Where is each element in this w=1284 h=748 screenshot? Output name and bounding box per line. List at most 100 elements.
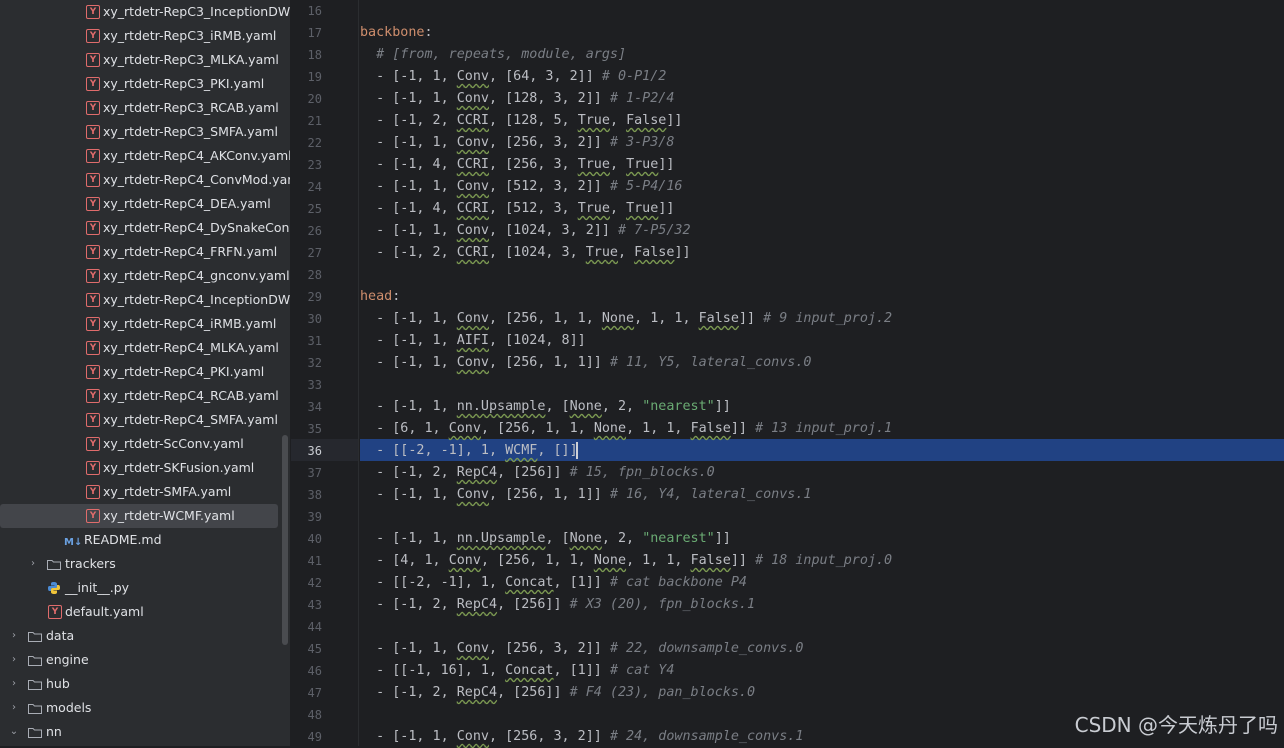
line-number: 27 bbox=[307, 246, 322, 260]
tree-item-yaml-file[interactable]: Yxy_rtdetr-RepC3_SMFA.yaml bbox=[0, 120, 290, 144]
tree-item-yaml-file[interactable]: Yxy_rtdetr-RepC4_MLKA.yaml bbox=[0, 336, 290, 360]
code-line[interactable]: - [[-2, -1], 1, Concat, [1]] # cat backb… bbox=[360, 572, 747, 594]
tree-item-yaml-file[interactable]: Yxy_rtdetr-RepC3_PKI.yaml bbox=[0, 72, 290, 96]
code-line[interactable]: # [from, repeats, module, args] bbox=[360, 44, 626, 66]
tree-item-readme[interactable]: M↓ README.md bbox=[0, 528, 290, 552]
tree-item-folder-hub[interactable]: › hub bbox=[0, 672, 290, 696]
code-line[interactable]: - [-1, 1, Conv, [256, 3, 2]] # 24, downs… bbox=[360, 726, 803, 748]
line-number: 19 bbox=[307, 70, 322, 84]
tree-item-folder-models[interactable]: › models bbox=[0, 696, 290, 720]
code-line[interactable]: - [-1, 2, RepC4, [256]] # F4 (23), pan_b… bbox=[360, 682, 755, 704]
tree-item-label: __init__.py bbox=[65, 580, 130, 595]
line-number: 42 bbox=[307, 576, 322, 590]
code-line[interactable]: - [-1, 1, Conv, [64, 3, 2]] # 0-P1/2 bbox=[360, 66, 666, 88]
code-line[interactable]: - [-1, 4, CCRI, [256, 3, True, True]] bbox=[360, 154, 674, 176]
tree-item-label: trackers bbox=[65, 556, 116, 571]
code-line[interactable]: - [6, 1, Conv, [256, 1, 1, None, 1, 1, F… bbox=[360, 418, 892, 440]
code-line[interactable]: - [-1, 2, RepC4, [256]] # 15, fpn_blocks… bbox=[360, 462, 715, 484]
tree-item-yaml-file[interactable]: Yxy_rtdetr-RepC4_DySnakeConv.yaml bbox=[0, 216, 290, 240]
folder-icon bbox=[28, 725, 42, 741]
tree-item-label: xy_rtdetr-RepC4_AKConv.yaml bbox=[103, 148, 290, 163]
tree-item-label: xy_rtdetr-RepC3_RCAB.yaml bbox=[103, 100, 279, 115]
yaml-file-icon: Y bbox=[86, 461, 100, 475]
tree-item-yaml-file[interactable]: Yxy_rtdetr-RepC4_RCAB.yaml bbox=[0, 384, 290, 408]
code-line[interactable]: - [[-1, 16], 1, Concat, [1]] # cat Y4 bbox=[360, 660, 674, 682]
tree-item-folder-engine[interactable]: › engine bbox=[0, 648, 290, 672]
line-number: 22 bbox=[307, 136, 322, 150]
line-number: 41 bbox=[307, 554, 322, 568]
chevron-right-icon[interactable]: › bbox=[27, 552, 39, 576]
tree-item-yaml-file[interactable]: Yxy_rtdetr-RepC4_ConvMod.yaml bbox=[0, 168, 290, 192]
code-line[interactable]: - [-1, 1, nn.Upsample, [None, 2, "neares… bbox=[360, 396, 731, 418]
line-number: 43 bbox=[307, 598, 322, 612]
yaml-file-icon: Y bbox=[86, 101, 100, 115]
code-line[interactable]: - [4, 1, Conv, [256, 1, 1, None, 1, 1, F… bbox=[360, 550, 892, 572]
code-line[interactable]: - [-1, 1, Conv, [128, 3, 2]] # 1-P2/4 bbox=[360, 88, 674, 110]
yaml-file-icon: Y bbox=[86, 341, 100, 355]
yaml-file-icon: Y bbox=[86, 509, 100, 523]
sidebar-scrollbar[interactable] bbox=[282, 435, 288, 645]
line-number: 32 bbox=[307, 356, 322, 370]
code-line[interactable]: - [-1, 1, Conv, [1024, 3, 2]] # 7-P5/32 bbox=[360, 220, 690, 242]
code-line[interactable]: - [-1, 2, CCRI, [1024, 3, True, False]] bbox=[360, 242, 690, 264]
tree-item-label: xy_rtdetr-RepC4_gnconv.yaml bbox=[103, 268, 290, 283]
tree-item-folder-data[interactable]: › data bbox=[0, 624, 290, 648]
yaml-file-icon: Y bbox=[86, 173, 100, 187]
tree-item-yaml-file[interactable]: Yxy_rtdetr-RepC4_AKConv.yaml bbox=[0, 144, 290, 168]
tree-item-yaml-file[interactable]: Yxy_rtdetr-RepC4_PKI.yaml bbox=[0, 360, 290, 384]
line-number: 21 bbox=[307, 114, 322, 128]
tree-item-yaml-file[interactable]: Yxy_rtdetr-RepC4_InceptionDWConv.yaml bbox=[0, 288, 290, 312]
tree-item-yaml-file[interactable]: Yxy_rtdetr-SMFA.yaml bbox=[0, 480, 290, 504]
code-line[interactable]: - [-1, 1, Conv, [256, 1, 1]] # 11, Y5, l… bbox=[360, 352, 811, 374]
chevron-right-icon[interactable]: › bbox=[8, 648, 20, 672]
yaml-file-icon: Y bbox=[86, 221, 100, 235]
tree-item-label: default.yaml bbox=[65, 604, 144, 619]
tree-item-init-py[interactable]: __init__.py bbox=[0, 576, 290, 600]
chevron-right-icon[interactable]: › bbox=[8, 624, 20, 648]
code-line[interactable]: - [-1, 1, Conv, [256, 1, 1, None, 1, 1, … bbox=[360, 308, 892, 330]
line-number: 24 bbox=[307, 180, 322, 194]
tree-item-yaml-file[interactable]: Yxy_rtdetr-SKFusion.yaml bbox=[0, 456, 290, 480]
code-line[interactable]: - [-1, 2, CCRI, [128, 5, True, False]] bbox=[360, 110, 682, 132]
tree-item-default-yaml[interactable]: Ydefault.yaml bbox=[0, 600, 290, 624]
watermark: CSDN @今天炼丹了吗 bbox=[1074, 713, 1278, 737]
chevron-right-icon[interactable]: › bbox=[8, 696, 20, 720]
code-line[interactable]: - [-1, 4, CCRI, [512, 3, True, True]] bbox=[360, 198, 674, 220]
code-line[interactable]: - [-1, 1, Conv, [256, 3, 2]] # 3-P3/8 bbox=[360, 132, 674, 154]
tree-item-yaml-file[interactable]: Yxy_rtdetr-RepC4_SMFA.yaml bbox=[0, 408, 290, 432]
tree-item-yaml-file[interactable]: Yxy_rtdetr-RepC4_DEA.yaml bbox=[0, 192, 290, 216]
tree-item-yaml-file[interactable]: Yxy_rtdetr-RepC4_gnconv.yaml bbox=[0, 264, 290, 288]
tree-item-yaml-file[interactable]: Yxy_rtdetr-RepC3_InceptionDWConv.yaml bbox=[0, 0, 290, 24]
tree-item-yaml-file[interactable]: Yxy_rtdetr-ScConv.yaml bbox=[0, 432, 290, 456]
tree-item-label: engine bbox=[46, 652, 89, 667]
tree-item-trackers[interactable]: › trackers bbox=[0, 552, 290, 576]
line-number: 46 bbox=[307, 664, 322, 678]
tree-item-folder-nn[interactable]: ⌄ nn bbox=[0, 720, 290, 744]
yaml-file-icon: Y bbox=[86, 389, 100, 403]
code-line[interactable]: backbone: bbox=[360, 22, 433, 44]
code-line[interactable]: - [-1, 1, AIFI, [1024, 8]] bbox=[360, 330, 586, 352]
tree-item-yaml-file[interactable]: Yxy_rtdetr-RepC4_iRMB.yaml bbox=[0, 312, 290, 336]
chevron-down-icon[interactable]: ⌄ bbox=[8, 720, 20, 744]
line-number: 38 bbox=[307, 488, 322, 502]
tree-item-yaml-file[interactable]: Yxy_rtdetr-WCMF.yaml bbox=[0, 504, 278, 528]
tree-item-label: README.md bbox=[84, 532, 162, 547]
yaml-file-icon: Y bbox=[86, 197, 100, 211]
yaml-file-icon: Y bbox=[86, 293, 100, 307]
chevron-right-icon[interactable]: › bbox=[8, 672, 20, 696]
code-line[interactable]: head: bbox=[360, 286, 400, 308]
code-line[interactable]: - [-1, 1, Conv, [512, 3, 2]] # 5-P4/16 bbox=[360, 176, 682, 198]
yaml-file-icon: Y bbox=[86, 245, 100, 259]
code-line[interactable]: - [-1, 1, Conv, [256, 1, 1]] # 16, Y4, l… bbox=[360, 484, 811, 506]
code-line[interactable]: - [-1, 1, nn.Upsample, [None, 2, "neares… bbox=[360, 528, 731, 550]
code-line[interactable]: - [-1, 2, RepC4, [256]] # X3 (20), fpn_b… bbox=[360, 594, 755, 616]
tree-item-yaml-file[interactable]: Yxy_rtdetr-RepC3_iRMB.yaml bbox=[0, 24, 290, 48]
code-line[interactable]: - [-1, 1, Conv, [256, 3, 2]] # 22, downs… bbox=[360, 638, 803, 660]
tree-item-yaml-file[interactable]: Yxy_rtdetr-RepC4_FRFN.yaml bbox=[0, 240, 290, 264]
line-number: 28 bbox=[307, 268, 322, 282]
line-number: 47 bbox=[307, 686, 322, 700]
tree-item-label: xy_rtdetr-WCMF.yaml bbox=[103, 508, 235, 523]
tree-item-yaml-file[interactable]: Yxy_rtdetr-RepC3_MLKA.yaml bbox=[0, 48, 290, 72]
code-line[interactable]: - [[-2, -1], 1, WCMF, []] bbox=[360, 440, 578, 462]
tree-item-yaml-file[interactable]: Yxy_rtdetr-RepC3_RCAB.yaml bbox=[0, 96, 290, 120]
